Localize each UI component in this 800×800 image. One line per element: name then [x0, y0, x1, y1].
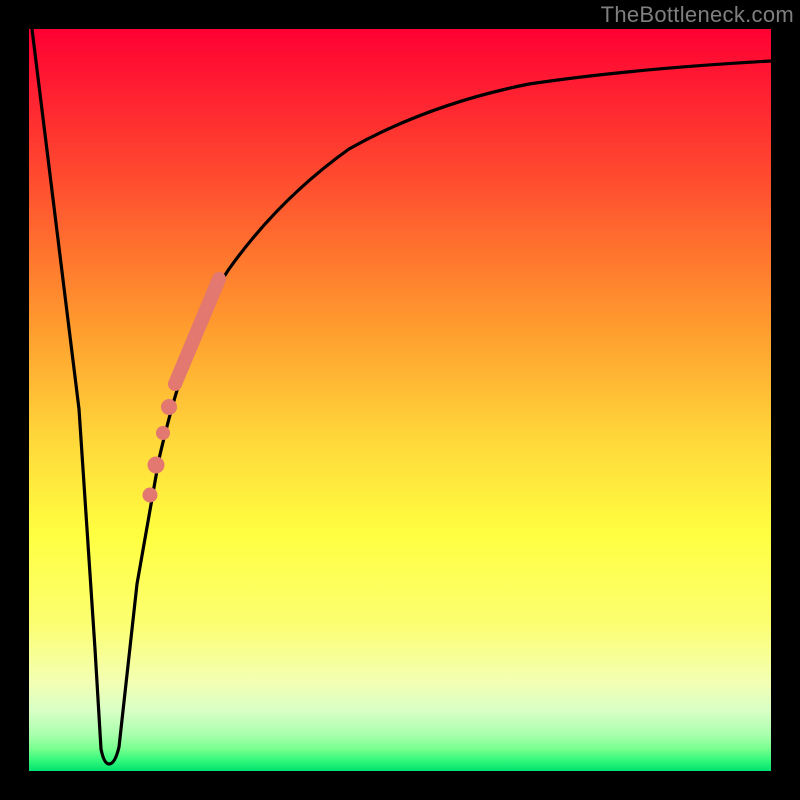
highlight-dot — [156, 426, 170, 440]
plot-area — [29, 29, 771, 771]
highlight-band — [175, 279, 219, 384]
bottleneck-curve — [32, 29, 771, 764]
bottleneck-curve-svg — [29, 29, 771, 771]
highlight-dot — [161, 399, 177, 415]
highlight-dot — [148, 457, 165, 474]
highlight-dot — [143, 488, 158, 503]
chart-frame: TheBottleneck.com — [0, 0, 800, 800]
watermark-text: TheBottleneck.com — [601, 2, 794, 28]
